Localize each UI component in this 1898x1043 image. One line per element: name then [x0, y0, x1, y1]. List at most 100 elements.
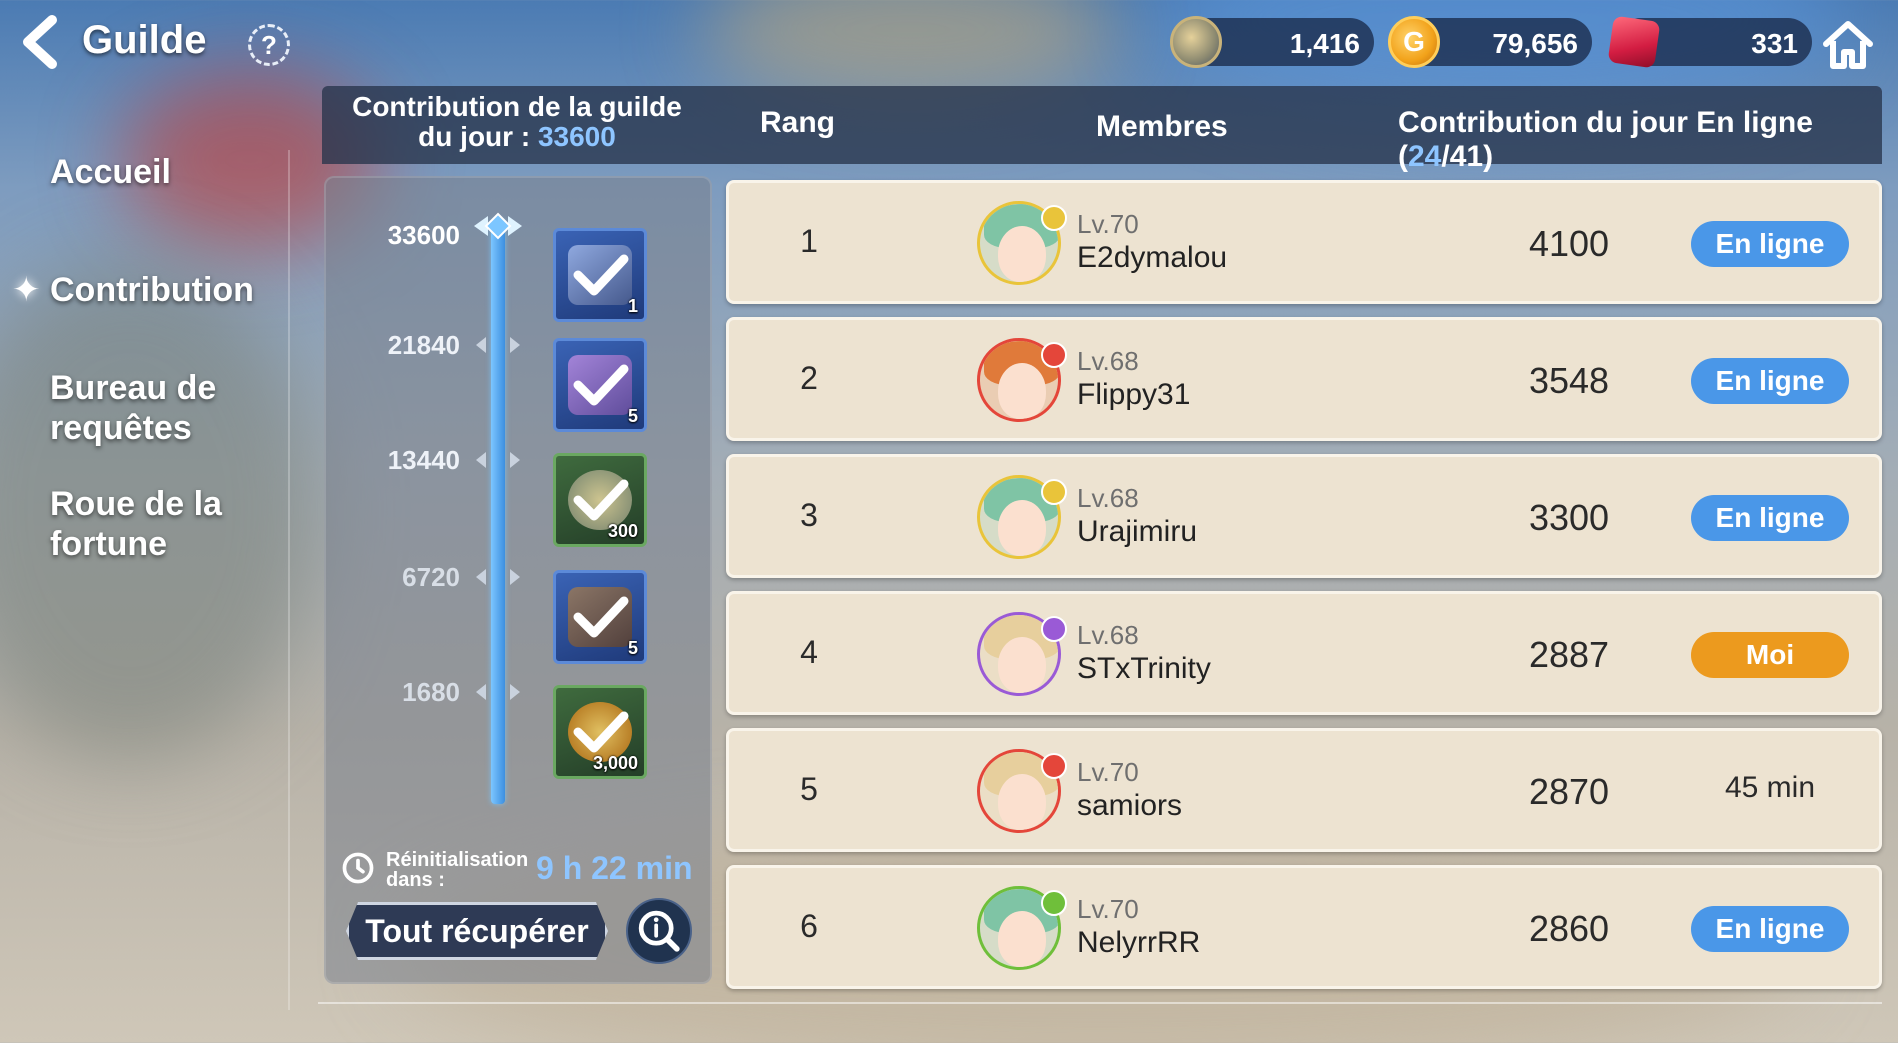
member-level: Lv.70	[1077, 757, 1139, 787]
reward-slot[interactable]: 5	[553, 570, 647, 664]
total-count: 41	[1449, 140, 1484, 173]
member-rank: 1	[800, 223, 818, 259]
nav-item-contribution[interactable]: Contribution	[50, 270, 254, 310]
member-level: Lv.68	[1077, 346, 1139, 376]
member-level: Lv.70	[1077, 894, 1139, 924]
element-badge-icon	[1041, 479, 1067, 505]
member-row[interactable]: 3 Lv.68 Urajimiru 3300 En ligne	[726, 454, 1882, 578]
reward-slot[interactable]: 300	[553, 453, 647, 547]
home-icon[interactable]	[1820, 16, 1876, 72]
member-rank: 4	[800, 634, 818, 670]
online-count: 24	[1408, 140, 1442, 173]
sparkle-icon: ✦	[12, 271, 41, 309]
online-label: En ligne	[1696, 106, 1813, 139]
guild-contribution-label: Contribution de la guilde du jour :	[352, 91, 682, 152]
member-contribution: 4100	[1528, 223, 1610, 264]
currency-gem[interactable]: 331	[1607, 15, 1812, 69]
milestone-value: 13440	[387, 445, 460, 475]
guild-contribution-header: Contribution de la guilde du jour : 3360…	[332, 92, 702, 152]
currency-value: 331	[1751, 28, 1798, 59]
milestone-value: 33600	[387, 220, 460, 250]
gem-icon	[1607, 15, 1661, 69]
nav-divider	[288, 150, 290, 1010]
milestone-value: 1680	[402, 677, 460, 707]
member-rank: 5	[800, 771, 818, 807]
claim-all-button[interactable]: Tout récupérer	[346, 902, 608, 960]
member-name: Urajimiru	[1077, 515, 1197, 548]
reward-qty: 300	[607, 521, 638, 541]
avatar-face	[998, 363, 1046, 419]
status-online-badge: En ligne	[1691, 358, 1849, 404]
member-name: samiors	[1077, 789, 1183, 822]
member-row[interactable]: 2 Lv.68 Flippy31 3548 En ligne	[726, 317, 1882, 441]
currency-value: 1,416	[1289, 28, 1360, 59]
last-seen-text: 45 min	[1724, 771, 1816, 804]
column-header-contribution: Contribution du jour En ligne (24/41)	[1398, 106, 1813, 173]
top-bar: Guilde ? 1,416 G 79,656 331	[0, 0, 1898, 84]
guild-coin-icon	[1170, 16, 1222, 68]
reset-label: Réinitialisation dans :	[386, 849, 529, 891]
page-title: Guilde	[82, 18, 207, 62]
back-arrow-icon[interactable]	[18, 14, 68, 70]
element-badge-icon	[1041, 342, 1067, 368]
member-name: STxTrinity	[1077, 652, 1211, 685]
element-badge-icon	[1041, 890, 1067, 916]
reward-slot[interactable]: 5	[553, 338, 647, 432]
currency-gold[interactable]: G 79,656	[1388, 16, 1592, 68]
reward-slot[interactable]: 3,000	[553, 685, 647, 779]
progress-track	[491, 220, 505, 804]
nav-item-roue-de-la-fortune[interactable]: Roue de la fortune	[50, 484, 250, 564]
member-name: NelyrrRR	[1077, 926, 1201, 959]
column-header-members: Membres	[1096, 110, 1228, 143]
element-badge-icon	[1041, 753, 1067, 779]
bottom-divider	[318, 1002, 1882, 1004]
status-me-badge: Moi	[1691, 632, 1849, 678]
element-badge-icon	[1041, 205, 1067, 231]
milestone-marker-icon	[476, 452, 520, 468]
member-contribution: 3300	[1528, 497, 1610, 538]
member-row[interactable]: 6 Lv.70 NelyrrRR 2860 En ligne	[726, 865, 1882, 989]
member-row[interactable]: 4 Lv.68 STxTrinity 2887 Moi	[726, 591, 1882, 715]
member-contribution: 2860	[1528, 908, 1610, 949]
gold-coin-icon: G	[1388, 16, 1440, 68]
member-level: Lv.68	[1077, 620, 1139, 650]
currency-guild-coin[interactable]: 1,416	[1170, 16, 1374, 68]
milestone-value: 6720	[402, 562, 460, 592]
milestone-marker-icon	[476, 337, 520, 353]
nav-item-accueil[interactable]: Accueil	[50, 152, 171, 192]
milestone-marker-icon	[476, 569, 520, 585]
avatar-face	[998, 637, 1046, 693]
element-badge-icon	[1041, 616, 1067, 642]
status-online-badge: En ligne	[1691, 906, 1849, 952]
avatar-face	[998, 226, 1046, 282]
member-row[interactable]: 1 Lv.70 E2dymalou 4100 En ligne	[726, 180, 1882, 304]
reset-countdown: 9 h 22 min	[536, 850, 693, 886]
currency-value: 79,656	[1492, 28, 1578, 59]
milestone-marker-icon	[476, 684, 520, 700]
member-contribution: 2870	[1528, 771, 1610, 812]
member-level: Lv.68	[1077, 483, 1139, 513]
reward-slot[interactable]: 1	[553, 228, 647, 322]
avatar-face	[998, 911, 1046, 967]
check-icon	[573, 254, 629, 296]
status-online-badge: En ligne	[1691, 221, 1849, 267]
milestone-value: 21840	[387, 330, 460, 360]
reward-qty: 5	[627, 406, 638, 426]
nav-item-bureau-de-requetes[interactable]: Bureau de requêtes	[50, 368, 270, 448]
status-online-badge: En ligne	[1691, 495, 1849, 541]
member-rank: 6	[800, 908, 818, 944]
info-magnifier-icon[interactable]	[626, 898, 692, 964]
member-contribution: 3548	[1528, 360, 1610, 401]
reward-qty: 5	[627, 638, 638, 658]
avatar-face	[998, 774, 1046, 830]
check-icon	[573, 596, 629, 638]
member-contribution: 2887	[1528, 634, 1610, 675]
reward-qty: 3,000	[592, 753, 638, 773]
check-icon	[573, 364, 629, 406]
column-header-rank: Rang	[760, 106, 835, 139]
reward-qty: 1	[627, 296, 638, 316]
help-icon[interactable]: ?	[248, 24, 290, 66]
member-row[interactable]: 5 Lv.70 samiors 2870 45 min	[726, 728, 1882, 852]
avatar-face	[998, 500, 1046, 556]
member-level: Lv.70	[1077, 209, 1139, 239]
